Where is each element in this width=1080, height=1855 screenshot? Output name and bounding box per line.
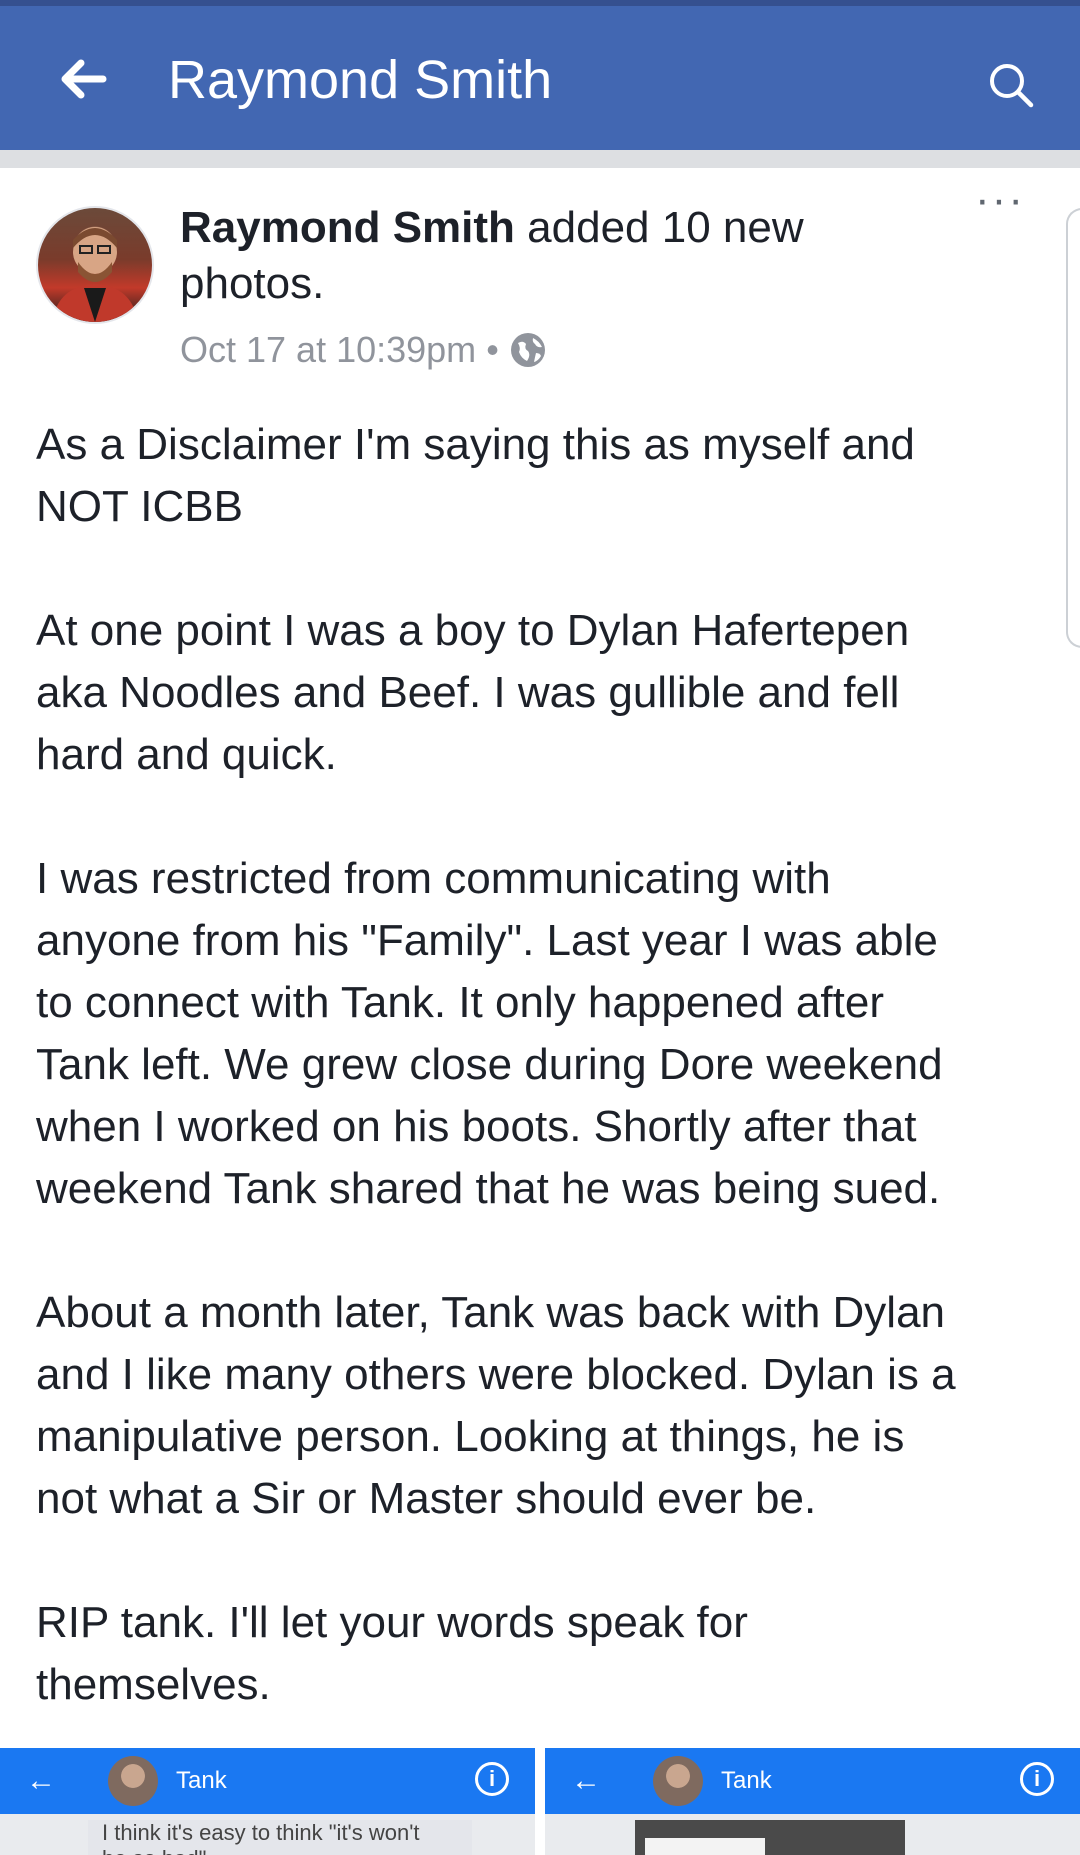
post-paragraph: At one point I was a boy to Dylan Hafert…	[36, 606, 910, 779]
post-paragraph: RIP tank. I'll let your words speak for …	[36, 1598, 748, 1709]
meta-separator: •	[486, 329, 499, 370]
search-icon	[987, 61, 1035, 114]
globe-icon[interactable]	[509, 331, 547, 369]
post-headline: Raymond Smith added 10 new photos.	[180, 200, 860, 312]
post-meta: Oct 17 at 10:39pm •	[180, 328, 547, 372]
photo-contact-name: Tank	[721, 1767, 772, 1794]
post-timestamp[interactable]: Oct 17 at 10:39pm	[180, 328, 476, 372]
page-title: Raymond Smith	[168, 50, 553, 110]
back-button[interactable]	[48, 46, 118, 116]
more-options-button[interactable]: ···	[970, 178, 1030, 222]
post-paragraph: I was restricted from communicating with…	[36, 854, 943, 1213]
post-card: Raymond Smith added 10 new photos. Oct 1…	[0, 168, 1080, 1855]
photo-contact-name: Tank	[176, 1767, 227, 1794]
photo-thumbnail[interactable]: ← Tank i I think it's easy to think "it'…	[0, 1748, 535, 1855]
avatar	[108, 1756, 158, 1806]
search-button[interactable]	[976, 52, 1046, 122]
post-paragraph: As a Disclaimer I'm saying this as mysel…	[36, 420, 915, 531]
photo-grid: ← Tank i I think it's easy to think "it'…	[0, 1748, 1080, 1855]
avatar	[653, 1756, 703, 1806]
arrow-left-icon	[59, 59, 107, 104]
photo-thumbnail[interactable]: ← Tank i	[545, 1748, 1080, 1855]
info-icon: i	[1020, 1762, 1054, 1796]
arrow-left-icon: ←	[571, 1764, 601, 1797]
next-card-edge	[1066, 208, 1080, 648]
avatar[interactable]	[36, 206, 154, 324]
post-paragraph: About a month later, Tank was back with …	[36, 1288, 956, 1523]
photo-image-detail	[645, 1838, 765, 1855]
info-icon: i	[475, 1762, 509, 1796]
post-text: As a Disclaimer I'm saying this as mysel…	[36, 414, 1046, 1716]
app-bar: Raymond Smith	[0, 6, 1080, 150]
arrow-left-icon: ←	[26, 1764, 56, 1797]
author-name[interactable]: Raymond Smith	[180, 203, 515, 252]
photo-chat-header: ← Tank i	[0, 1748, 535, 1814]
photo-message: I think it's easy to think "it's won't b…	[88, 1820, 472, 1855]
feed-separator	[0, 150, 1080, 168]
photo-chat-header: ← Tank i	[545, 1748, 1080, 1814]
